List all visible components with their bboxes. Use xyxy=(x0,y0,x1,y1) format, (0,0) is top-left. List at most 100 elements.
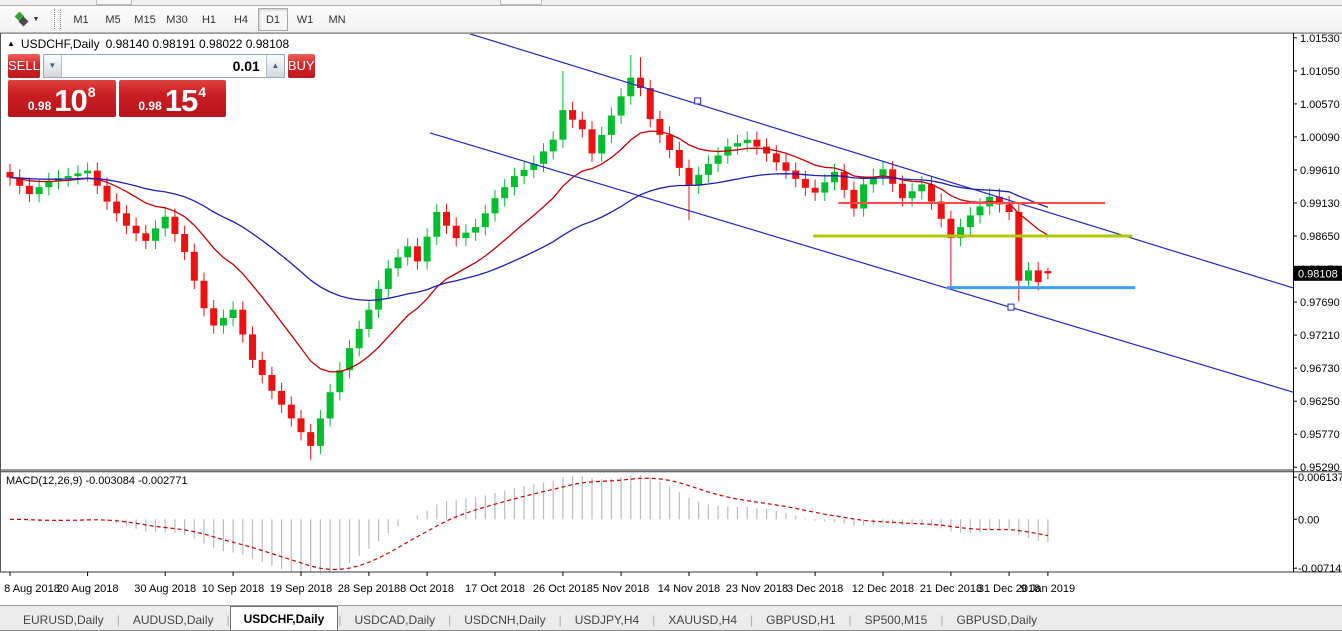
volume-increase-button[interactable]: ▲ xyxy=(266,55,284,77)
timeframe-button-h4[interactable]: H4 xyxy=(226,8,256,31)
sell-price-base: 0.98 xyxy=(28,100,51,113)
candle-body xyxy=(288,405,295,419)
candle-body xyxy=(404,246,411,257)
current-price-tag: 0.98108 xyxy=(1294,266,1342,281)
candle-body xyxy=(734,143,741,146)
candle-body xyxy=(453,226,460,238)
chart-tab-gbpusd-h1[interactable]: GBPUSD,H1 xyxy=(753,609,848,631)
timeframe-button-m1[interactable]: M1 xyxy=(66,8,96,31)
volume-decrease-button[interactable]: ▼ xyxy=(44,55,62,77)
candle-body xyxy=(84,171,91,174)
candle-body xyxy=(550,140,557,152)
chart-tab-usdjpy-h4[interactable]: USDJPY,H4 xyxy=(562,609,652,631)
candle-body xyxy=(1035,270,1042,282)
candle-body xyxy=(181,234,188,252)
candle-body xyxy=(802,179,809,188)
volume-input[interactable] xyxy=(62,55,266,77)
buy-price-display[interactable]: 0.98 15 4 xyxy=(119,80,227,117)
candle-body xyxy=(472,227,479,233)
date-tick-label: 8 Aug 2018 xyxy=(4,583,60,595)
date-tick-label: 10 Sep 2018 xyxy=(202,583,264,595)
candle-body xyxy=(162,217,169,229)
candle-body xyxy=(210,308,217,325)
timeframe-button-m5[interactable]: M5 xyxy=(98,8,128,31)
candle-body xyxy=(462,233,469,239)
date-tick-label: 20 Aug 2018 xyxy=(57,583,119,595)
date-tick-label: 26 Oct 2018 xyxy=(533,583,593,595)
candle-body xyxy=(977,206,984,215)
toolbar-grip[interactable] xyxy=(54,9,61,29)
candle-body xyxy=(220,318,227,326)
candle-body xyxy=(259,360,266,375)
trendline-handle[interactable] xyxy=(695,98,701,104)
buy-button[interactable]: BUY xyxy=(288,54,315,78)
date-tick-label: 30 Aug 2018 xyxy=(134,583,196,595)
date-tick-label: 9 Jan 2019 xyxy=(1021,583,1075,595)
chart-tab-eurusd-daily[interactable]: EURUSD,Daily xyxy=(10,609,117,631)
candle-body xyxy=(647,88,654,119)
chart-tab-usdcad-daily[interactable]: USDCAD,Daily xyxy=(341,609,448,631)
date-tick-label: 14 Nov 2018 xyxy=(658,583,720,595)
chart-tabs-bar: EURUSD,Daily|AUDUSD,Daily|USDCHF,Daily|U… xyxy=(0,605,1342,631)
chart-background xyxy=(0,33,1342,605)
candle-body xyxy=(268,375,275,391)
timeframe-button-m15[interactable]: M15 xyxy=(130,8,160,31)
sell-price-display[interactable]: 0.98 10 8 xyxy=(8,80,116,117)
price-tick-label: 1.00090 xyxy=(1300,132,1340,144)
price-tick-label: 1.01530 xyxy=(1300,33,1340,45)
candle-body xyxy=(1044,271,1051,273)
candle-body xyxy=(65,176,72,178)
candle-body xyxy=(521,170,528,176)
macd-indicator-label: MACD(12,26,9) -0.003084 -0.002771 xyxy=(6,475,188,487)
date-tick-label: 21 Dec 2018 xyxy=(920,583,982,595)
cutoff-toolbar-button xyxy=(500,0,542,5)
date-tick-label: 28 Sep 2018 xyxy=(338,583,400,595)
timeframe-button-d1[interactable]: D1 xyxy=(258,8,288,31)
price-tick-label: 0.98650 xyxy=(1300,231,1340,243)
timeframe-button-h1[interactable]: H1 xyxy=(194,8,224,31)
periodicity-dropdown-button[interactable]: ▼ xyxy=(4,8,50,31)
candle-body xyxy=(104,186,111,202)
candle-body xyxy=(171,217,178,234)
candle-body xyxy=(860,184,867,208)
chart-title: ▲ USDCHF,Daily 0.98140 0.98191 0.98022 0… xyxy=(7,37,289,51)
sell-button[interactable]: SELL xyxy=(8,54,40,78)
date-tick-label: 19 Sep 2018 xyxy=(270,583,332,595)
candle-body xyxy=(278,391,285,405)
candle-body xyxy=(589,129,596,153)
candle-body xyxy=(307,432,314,446)
date-tick-label: 17 Oct 2018 xyxy=(465,583,525,595)
candle-body xyxy=(783,162,790,170)
timeframe-button-mn[interactable]: MN xyxy=(322,8,352,31)
chart-tab-gbpusd-daily[interactable]: GBPUSD,Daily xyxy=(943,609,1050,631)
candle-body xyxy=(744,140,751,143)
one-click-trading-panel: SELL ▼ ▲ BUY 0.98 10 8 0.98 15 4 xyxy=(8,54,226,117)
chart-tab-usdchf-daily[interactable]: USDCHF,Daily xyxy=(230,606,339,631)
candle-body xyxy=(899,184,906,199)
candle-body xyxy=(133,226,140,234)
chart-tab-xauusd-h4[interactable]: XAUUSD,H4 xyxy=(655,609,750,631)
candle-body xyxy=(191,252,198,281)
timeframe-button-w1[interactable]: W1 xyxy=(290,8,320,31)
collapse-triangle-icon: ▲ xyxy=(7,39,15,49)
price-tick-label: 0.95770 xyxy=(1300,429,1340,441)
candle-body xyxy=(540,151,547,163)
timeframe-button-m30[interactable]: M30 xyxy=(162,8,192,31)
chart-tab-audusd-daily[interactable]: AUDUSD,Daily xyxy=(120,609,227,631)
trendline-handle[interactable] xyxy=(1008,304,1014,310)
candle-body xyxy=(336,370,343,392)
candle-body xyxy=(967,215,974,227)
candle-body xyxy=(821,182,828,192)
candle-body xyxy=(142,233,149,241)
chart-tab-usdcnh-daily[interactable]: USDCNH,Daily xyxy=(451,609,558,631)
candle-body xyxy=(26,186,33,194)
candle-body xyxy=(773,153,780,162)
candle-body xyxy=(569,110,576,120)
candle-body xyxy=(812,188,819,193)
price-tick-label: 1.01050 xyxy=(1300,66,1340,78)
candle-body xyxy=(424,237,431,262)
chart-tab-sp500-m15[interactable]: SP500,M15 xyxy=(852,609,941,631)
candle-body xyxy=(239,310,246,335)
candle-body xyxy=(938,202,945,219)
price-tick-label: 1.00570 xyxy=(1300,99,1340,111)
